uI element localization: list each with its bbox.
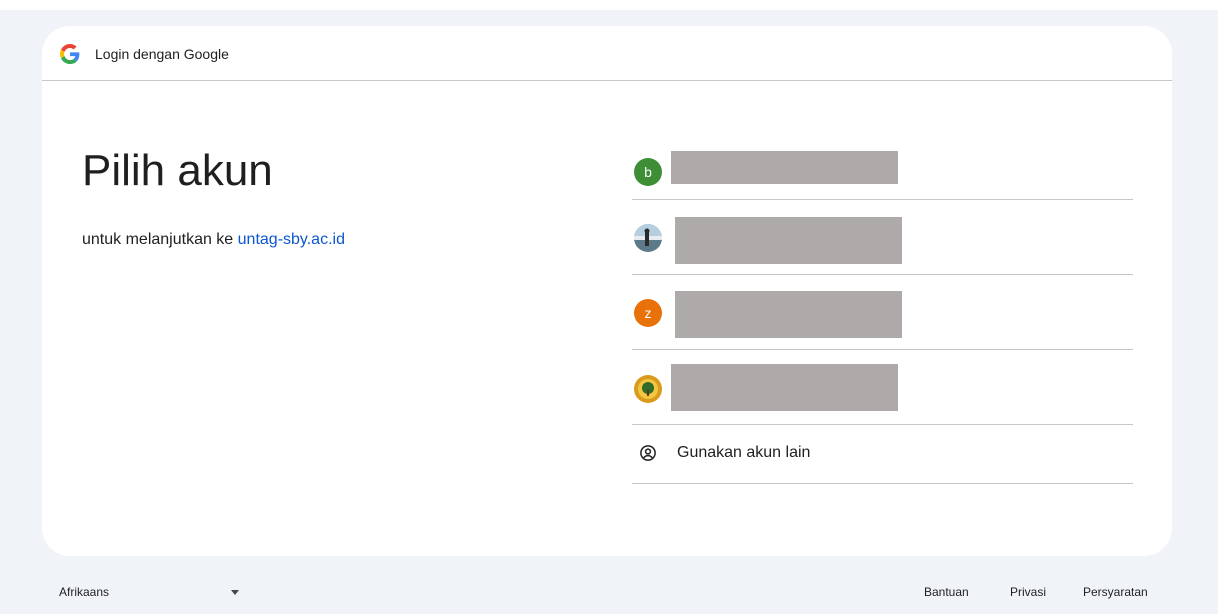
account-list: b z Gunakan akun lain — [632, 144, 1133, 484]
account-circle-icon — [640, 445, 656, 461]
account-item[interactable] — [632, 350, 1133, 425]
account-item[interactable]: b — [632, 144, 1133, 200]
account-item[interactable]: z — [632, 275, 1133, 350]
app-domain-link[interactable]: untag-sby.ac.id — [238, 231, 345, 248]
terms-link[interactable]: Persyaratan — [1083, 585, 1148, 599]
use-another-account-label: Gunakan akun lain — [677, 444, 811, 461]
sign-in-card: Login dengan Google Pilih akun untuk mel… — [42, 26, 1172, 556]
account-item[interactable] — [632, 200, 1133, 275]
card-header: Login dengan Google — [42, 26, 1172, 81]
subtitle-text: untuk melanjutkan ke — [82, 231, 234, 248]
privacy-link[interactable]: Privasi — [1010, 585, 1046, 599]
language-label: Afrikaans — [59, 585, 110, 599]
page-title: Pilih akun — [82, 146, 273, 195]
google-g-icon — [60, 44, 80, 64]
photo-avatar-icon — [634, 224, 662, 252]
redacted-account-info — [675, 217, 902, 264]
letter-avatar: z — [634, 299, 662, 327]
emblem-avatar-icon — [634, 375, 662, 403]
letter-avatar: b — [634, 158, 662, 186]
redacted-account-info — [671, 151, 898, 184]
redacted-account-info — [671, 364, 898, 411]
header-title: Login dengan Google — [95, 46, 229, 62]
use-another-account-button[interactable]: Gunakan akun lain — [632, 425, 1133, 484]
language-selector[interactable]: Afrikaans — [59, 585, 239, 599]
help-link[interactable]: Bantuan — [924, 585, 969, 599]
chevron-down-icon — [231, 590, 239, 595]
redacted-account-info — [675, 291, 902, 338]
page-subtitle: untuk melanjutkan ke untag-sby.ac.id — [82, 231, 345, 249]
